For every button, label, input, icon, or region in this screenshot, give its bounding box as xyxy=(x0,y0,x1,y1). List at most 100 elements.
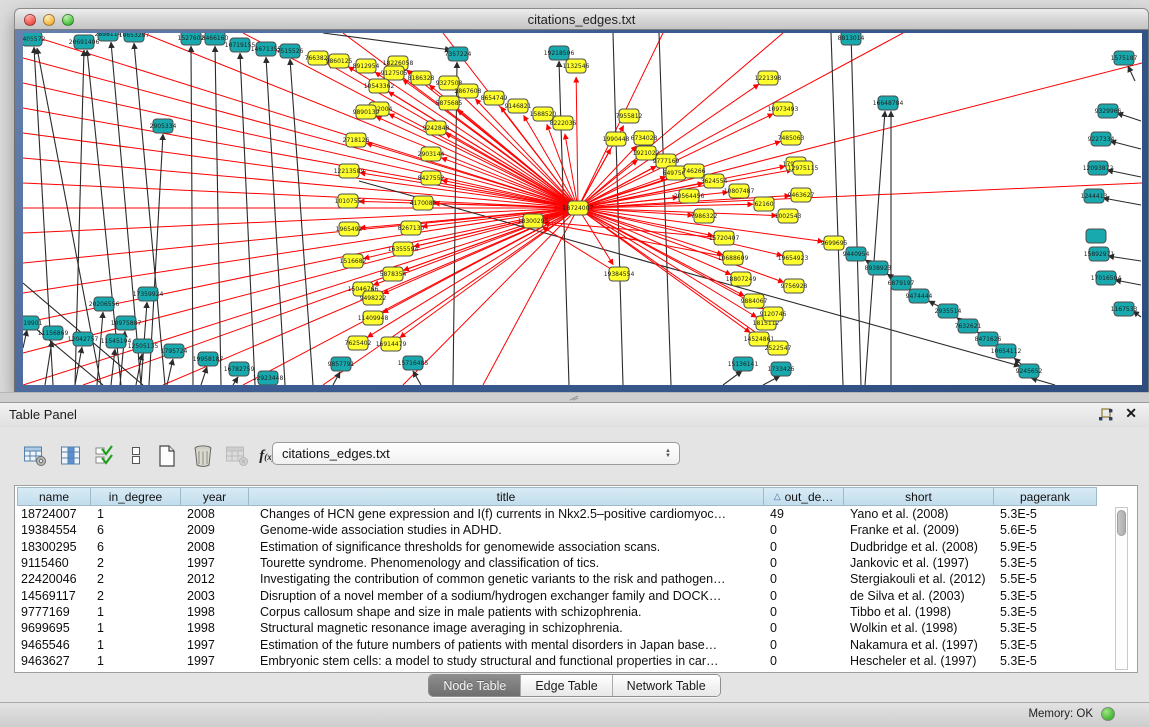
yellow-node[interactable]: 10807487 xyxy=(724,184,755,198)
show-columns-button[interactable] xyxy=(56,441,86,471)
teal-node[interactable]: 1733426 xyxy=(768,362,795,376)
yellow-node[interactable]: 6734028 xyxy=(631,131,658,145)
yellow-node[interactable]: 62160 xyxy=(754,197,774,211)
float-panel-icon[interactable] xyxy=(1098,408,1113,422)
yellow-node[interactable]: 1010755 xyxy=(335,194,362,208)
yellow-node[interactable]: 10543362 xyxy=(364,79,395,93)
teal-node[interactable] xyxy=(1086,229,1106,243)
teal-node[interactable]: 19218506 xyxy=(544,46,575,60)
tab-node-table[interactable]: Node Table xyxy=(429,675,520,696)
yellow-node[interactable]: 1990448 xyxy=(603,132,630,146)
teal-node[interactable]: 1167533 xyxy=(1111,302,1138,316)
yellow-node[interactable]: 16355594 xyxy=(388,242,419,256)
teal-node[interactable]: 3919901 xyxy=(23,316,43,330)
yellow-node[interactable]: 8186328 xyxy=(408,71,435,85)
tab-network-table[interactable]: Network Table xyxy=(612,675,720,696)
teal-node[interactable]: 10653287 xyxy=(119,33,150,42)
teal-node[interactable]: 9474444 xyxy=(906,289,933,303)
teal-node[interactable]: 6879197 xyxy=(888,276,915,290)
yellow-node[interactable]: 9146821 xyxy=(505,99,532,113)
table-row[interactable]: 1872400712008Changes of HCN gene express… xyxy=(17,506,1117,522)
teal-node[interactable]: 15892971 xyxy=(1084,247,1115,261)
table-header-row[interactable]: namein_degreeyeartitle△out_de…shortpager… xyxy=(17,487,1097,506)
canvas-resize-grip-icon[interactable] xyxy=(23,33,35,45)
column-header-short[interactable]: short xyxy=(844,487,994,506)
citation-graph[interactable]: 2405572206914062898114106532871527602846… xyxy=(23,33,1142,385)
column-header-title[interactable]: title xyxy=(249,487,764,506)
teal-node[interactable]: 2898114 xyxy=(95,33,122,41)
yellow-node[interactable]: 8427552 xyxy=(418,171,445,185)
teal-node[interactable]: 2935514 xyxy=(935,304,962,318)
teal-node[interactable]: 7515526 xyxy=(277,44,304,58)
teal-node[interactable]: 7632621 xyxy=(955,319,982,333)
yellow-node[interactable]: 9127505 xyxy=(381,66,408,80)
table-row[interactable]: 1830029562008Estimation of significance … xyxy=(17,539,1117,555)
column-header-pagerank[interactable]: pagerank xyxy=(994,487,1097,506)
teal-node[interactable]: 12093872 xyxy=(1083,161,1114,175)
yellow-node[interactable]: 8267130 xyxy=(398,221,425,235)
teal-node[interactable]: 2905334 xyxy=(150,119,177,133)
column-header-year[interactable]: year xyxy=(181,487,249,506)
delete-table-button[interactable] xyxy=(188,441,218,471)
yellow-node[interactable]: 9498222 xyxy=(360,291,387,305)
table-row[interactable]: 946362711997Embryonic stem cells: a mode… xyxy=(17,653,1117,669)
teal-node[interactable]: 1575187 xyxy=(1111,51,1138,65)
yellow-node[interactable]: 7955812 xyxy=(616,109,643,123)
new-table-button[interactable] xyxy=(152,441,182,471)
yellow-node[interactable]: 9463627 xyxy=(788,188,815,202)
teal-node[interactable]: 7357224 xyxy=(445,47,472,61)
teal-node[interactable]: 1244413 xyxy=(1081,189,1108,203)
yellow-node[interactable]: 9242848 xyxy=(423,121,450,135)
yellow-node[interactable]: 8654749 xyxy=(481,91,508,105)
yellow-node[interactable]: 19654923 xyxy=(778,251,809,265)
yellow-node[interactable]: 1002543 xyxy=(775,209,802,223)
import-table-button[interactable] xyxy=(222,441,252,471)
yellow-node[interactable]: 5875685 xyxy=(436,96,463,110)
table-row[interactable]: 911546021997Tourette syndrome. Phenomeno… xyxy=(17,555,1117,571)
yellow-node[interactable]: 2718126 xyxy=(343,133,370,147)
teal-node[interactable]: 9440954 xyxy=(843,247,870,261)
yellow-node[interactable]: 1516682 xyxy=(340,254,367,268)
column-header-out_de[interactable]: △out_de… xyxy=(764,487,844,506)
yellow-node[interactable]: 1221398 xyxy=(755,71,782,85)
yellow-node[interactable]: 746266 xyxy=(683,164,706,178)
yellow-node[interactable]: 7625402 xyxy=(345,336,372,350)
yellow-node[interactable]: 3624554 xyxy=(701,174,728,188)
table-scrollbar[interactable] xyxy=(1115,507,1128,670)
yellow-node[interactable]: 19384554 xyxy=(604,267,635,281)
teal-node[interactable]: 15136141 xyxy=(728,357,759,371)
yellow-node[interactable]: 15720407 xyxy=(709,231,740,245)
teal-node[interactable]: 8813014 xyxy=(838,33,865,45)
table-scrollbar-thumb[interactable] xyxy=(1117,510,1126,536)
table-row[interactable]: 2242004622012Investigating the contribut… xyxy=(17,571,1117,587)
column-pair-button[interactable] xyxy=(121,441,151,471)
teal-node[interactable]: 8938923 xyxy=(865,261,892,275)
yellow-node[interactable]: 8222036 xyxy=(550,116,577,130)
network-canvas[interactable]: 2405572206914062898114106532871527602846… xyxy=(23,33,1142,385)
yellow-node[interactable]: 1132546 xyxy=(563,59,590,73)
teal-node[interactable]: 9245652 xyxy=(1016,364,1043,378)
teal-node[interactable]: 1527602 xyxy=(178,33,205,45)
teal-node[interactable]: 17016504 xyxy=(1091,271,1122,285)
yellow-node[interactable]: 9884067 xyxy=(741,294,768,308)
yellow-node[interactable]: 9120746 xyxy=(760,307,787,321)
panel-divider[interactable] xyxy=(0,392,1149,402)
yellow-node[interactable]: 10688609 xyxy=(718,251,749,265)
yellow-node[interactable]: 5878354 xyxy=(380,267,407,281)
yellow-node[interactable]: 4170085 xyxy=(410,196,437,210)
yellow-node[interactable]: 7986322 xyxy=(691,209,718,223)
close-panel-icon[interactable]: ✕ xyxy=(1125,405,1137,422)
teal-node[interactable]: 9857791 xyxy=(328,357,355,371)
yellow-node[interactable]: 11409948 xyxy=(358,311,389,325)
table-row[interactable]: 1938455462009Genome-wide association stu… xyxy=(17,522,1117,538)
yellow-node[interactable]: 8912954 xyxy=(353,59,380,73)
divider-grip-icon[interactable] xyxy=(569,395,579,401)
teal-node[interactable]: 9227334 xyxy=(1088,132,1115,146)
yellow-node[interactable]: 16914479 xyxy=(376,337,407,351)
teal-node[interactable]: 19958187 xyxy=(193,352,224,366)
yellow-node[interactable]: 1588520 xyxy=(530,107,557,121)
teal-node[interactable]: 16782759 xyxy=(224,362,255,376)
teal-node[interactable]: 12923448 xyxy=(253,371,284,385)
yellow-node[interactable]: 9890139 xyxy=(353,105,380,119)
table-row[interactable]: 969969511998Structural magnetic resonanc… xyxy=(17,620,1117,636)
